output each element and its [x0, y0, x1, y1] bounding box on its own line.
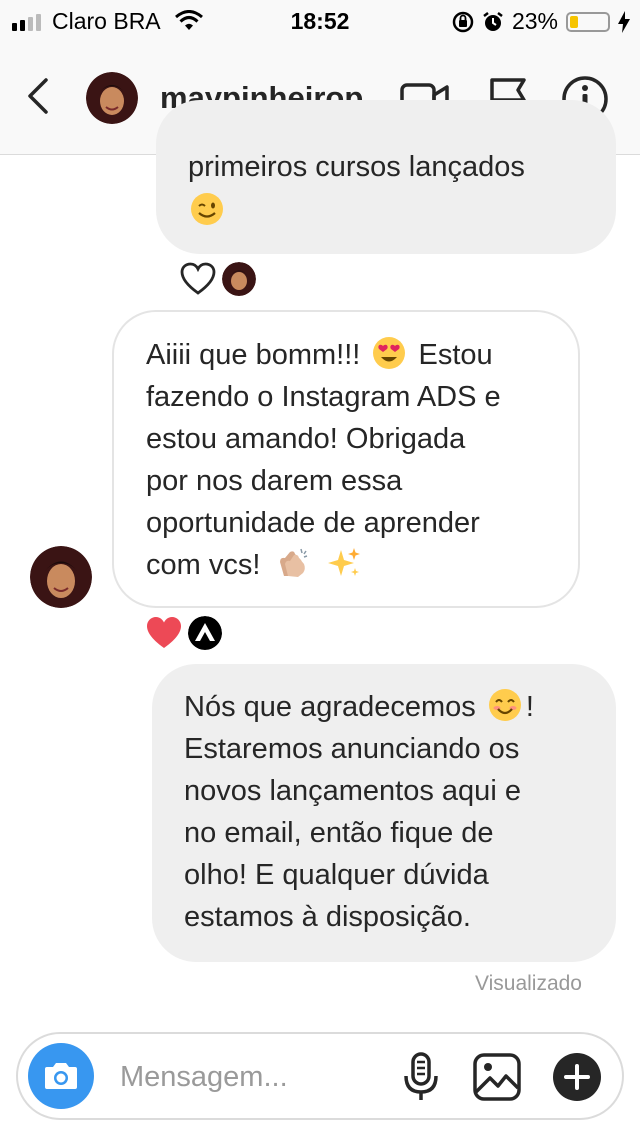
avatar[interactable] [86, 72, 138, 124]
gallery-icon[interactable] [472, 1052, 522, 1102]
heart-eyes-emoji [373, 337, 406, 369]
message-text-line: ! [525, 691, 534, 723]
alarm-icon [483, 11, 503, 31]
back-chevron-icon[interactable] [20, 76, 60, 116]
reaction-avatar [222, 262, 256, 296]
message-text-line: Nós que agradecemos [184, 691, 476, 723]
seen-status: Visualizado [474, 972, 582, 995]
message-text-line: no email, então fique de [184, 817, 494, 849]
battery-percent: 23% [511, 8, 558, 34]
sender-avatar[interactable] [30, 546, 92, 608]
charging-bolt-icon [618, 10, 630, 33]
message-text-line: Estou [418, 339, 493, 371]
status-bar: Claro BRA 18:52 23% [0, 0, 640, 40]
message-input[interactable] [118, 1052, 382, 1102]
camera-icon [45, 1063, 77, 1089]
message-incoming[interactable]: Aiiii que bomm!!! Estou fazendo o Instag… [112, 310, 580, 608]
message-text-line: oportunidade de aprender [146, 507, 480, 539]
message-text-line: Estaremos anunciando os [184, 733, 520, 765]
message-composer [16, 1032, 624, 1120]
plus-icon[interactable] [552, 1052, 602, 1102]
sparkles-emoji [327, 548, 360, 576]
clapping-hands-emoji [280, 548, 308, 577]
message-text-line: por nos darem essa [146, 465, 403, 497]
winking-face-emoji [191, 193, 223, 225]
message-text-line: novos lançamentos aqui e [184, 775, 521, 807]
message-text-line: com vcs! [146, 549, 261, 581]
message-text-line: fazendo o Instagram ADS e [146, 381, 501, 413]
message-outgoing[interactable]: primeiros cursos lançados [156, 100, 616, 254]
camera-button[interactable] [28, 1043, 94, 1109]
brand-logo-avatar [188, 616, 222, 650]
message-text-line: Aiiii que bomm!!! [146, 339, 361, 371]
message-outgoing[interactable]: Nós que agradecemos ! Estaremos anuncian… [152, 664, 616, 962]
heart-outline-icon[interactable] [180, 262, 216, 296]
battery-icon [566, 11, 610, 32]
message-text-line: estamos à disposição. [184, 901, 471, 933]
smiling-face-emoji [488, 689, 521, 721]
microphone-icon[interactable] [396, 1052, 446, 1102]
heart-filled-icon[interactable] [146, 616, 182, 650]
orientation-lock-icon [452, 11, 474, 32]
message-text-line: primeiros cursos lançados [188, 151, 525, 183]
message-text-line: estou amando! Obrigada [146, 423, 466, 455]
message-text-line: olho! E qualquer dúvida [184, 859, 489, 891]
